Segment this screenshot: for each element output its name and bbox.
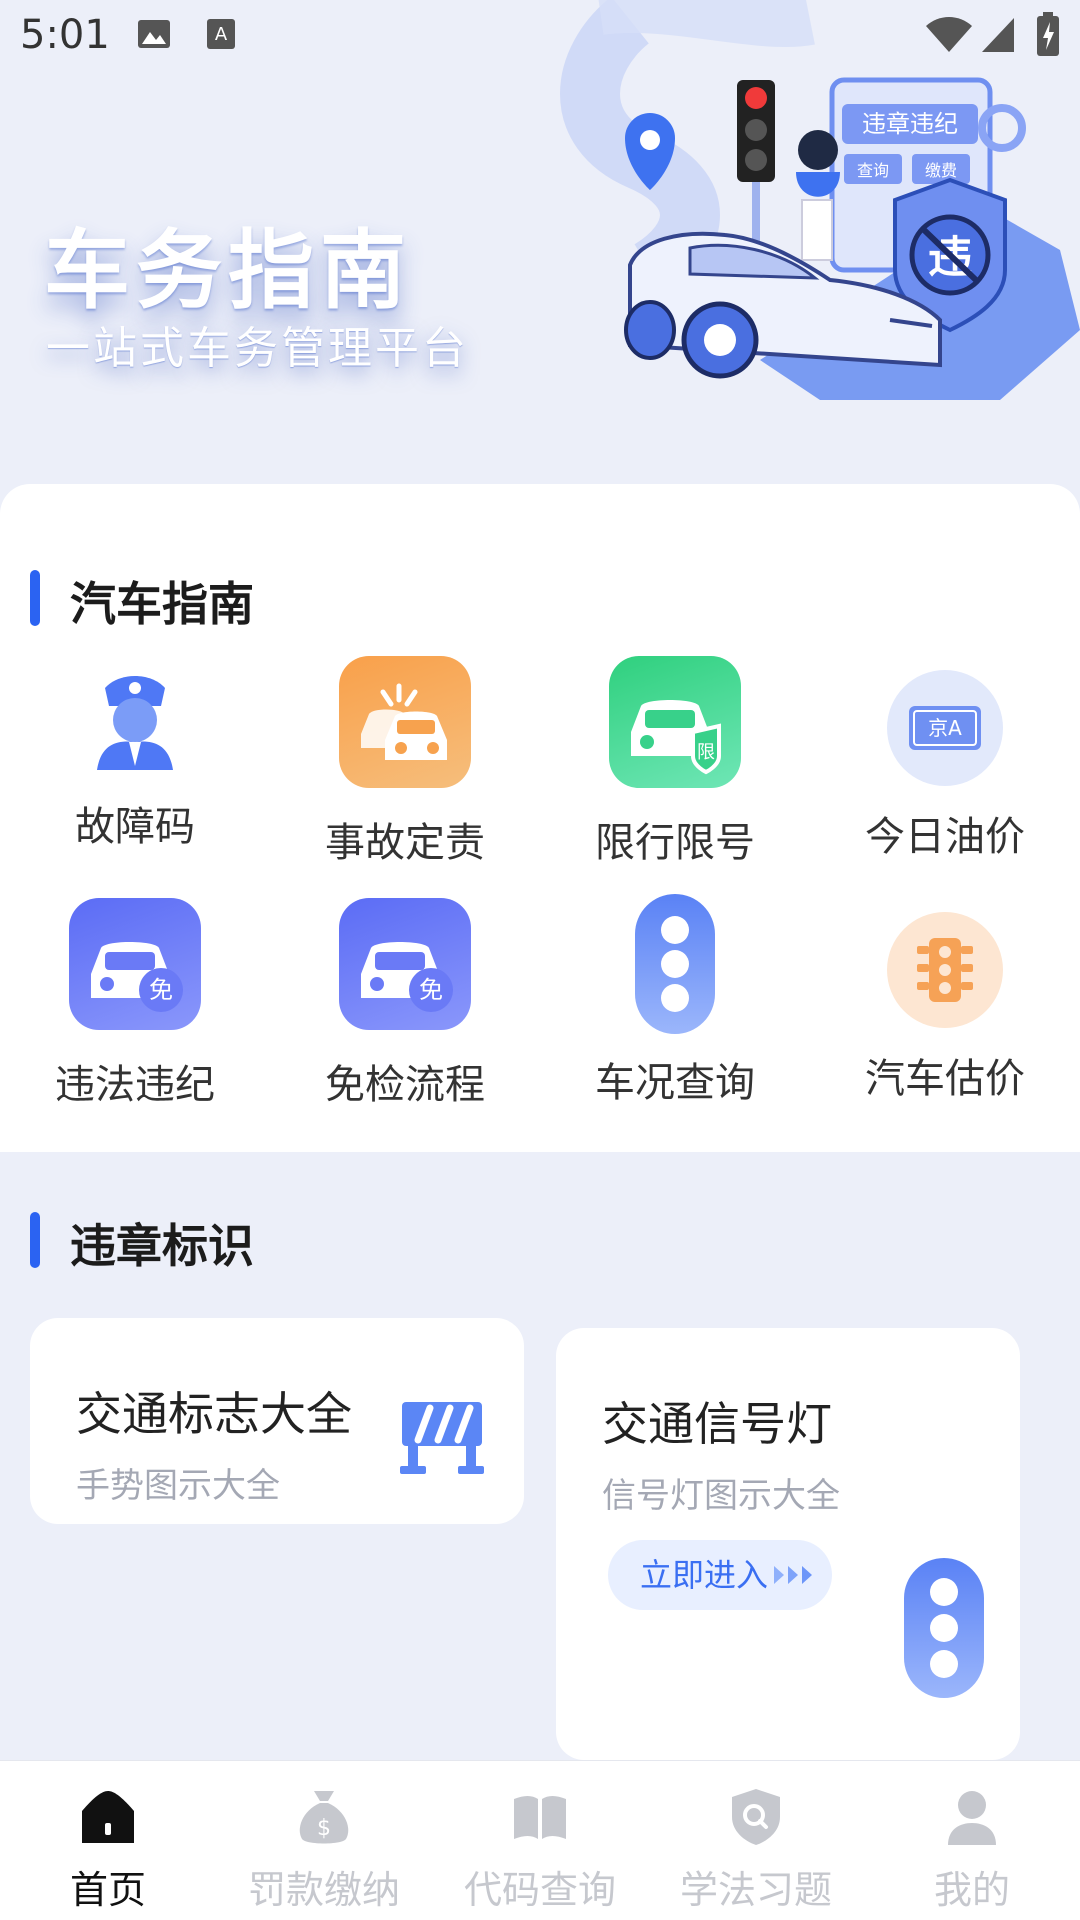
- home-icon: [76, 1785, 140, 1849]
- section-accent-bar: [30, 570, 40, 626]
- status-time: 5:01: [20, 12, 110, 58]
- banner-title: 车务指南: [44, 221, 412, 321]
- svg-text:限: 限: [697, 742, 715, 763]
- grid-item-exempt-process[interactable]: 免 免检流程: [270, 898, 540, 1110]
- money-bag-icon: $: [292, 1785, 356, 1849]
- traffic-lights-card[interactable]: 交通信号灯 信号灯图示大全 立即进入: [556, 1328, 1020, 1760]
- chevron-arrows-icon: [774, 1566, 812, 1584]
- car-limit-icon: 限: [609, 656, 741, 788]
- car-exempt-icon: 免: [339, 898, 471, 1030]
- enter-button-label: 立即进入: [640, 1556, 769, 1594]
- banner-subtitle: 一站式车务管理平台: [46, 323, 469, 374]
- grid-label: 汽车估价: [865, 1056, 1025, 1102]
- grid-item-car-valuation[interactable]: 汽车估价: [810, 904, 1080, 1104]
- car-exempt-icon: 免: [69, 898, 201, 1030]
- traffic-light-icon: [609, 894, 741, 1034]
- car-crash-icon: [339, 656, 471, 788]
- grid-label: 免检流程: [325, 1062, 485, 1108]
- nav-law-quiz[interactable]: 学法习题: [648, 1785, 864, 1914]
- traffic-signs-card[interactable]: 交通标志大全 手势图示大全: [30, 1318, 524, 1524]
- grid-label: 今日油价: [865, 814, 1025, 860]
- grid-label: 限行限号: [595, 820, 755, 866]
- road-barrier-icon: [400, 1402, 484, 1474]
- section-title-violation: 违章标识: [70, 1219, 254, 1273]
- book-icon: [508, 1785, 572, 1849]
- grid-label: 故障码: [75, 804, 195, 850]
- svg-text:违章违纪: 违章违纪: [862, 110, 958, 138]
- card-subtitle: 信号灯图示大全: [602, 1476, 840, 1516]
- grid-item-vehicle-condition[interactable]: 车况查询: [540, 894, 810, 1108]
- police-icon: [69, 654, 201, 786]
- card-title: 交通标志大全: [76, 1387, 352, 1441]
- svg-text:免: 免: [419, 976, 443, 1004]
- grid-item-oil-price[interactable]: 京A 今日油价: [810, 662, 1080, 862]
- section-accent-bar: [30, 1212, 40, 1268]
- nav-label: 学法习题: [679, 1868, 832, 1912]
- wifi-icon: [926, 17, 972, 52]
- section-title-guide: 汽车指南: [70, 577, 254, 631]
- grid-label: 违法违纪: [55, 1062, 215, 1108]
- enter-now-button[interactable]: 立即进入: [608, 1540, 832, 1610]
- banner: 违章违纪 查询 缴费 违 车务指南 一站式车务管理平台: [0, 0, 1080, 500]
- car-guide-section: 汽车指南 故障码 事故定责 限 限行限号 京A 今日油价 免 违法违纪 免 免检…: [0, 484, 1080, 1152]
- svg-text:免: 免: [149, 976, 173, 1004]
- nav-label: 罚款缴纳: [247, 1868, 400, 1912]
- svg-text:A: A: [215, 24, 228, 45]
- signal-icon: [982, 18, 1014, 52]
- svg-text:缴费: 缴费: [925, 161, 957, 180]
- nav-label: 首页: [69, 1868, 146, 1912]
- svg-text:京A: 京A: [928, 716, 962, 740]
- status-bar: 5:01 A: [0, 0, 1080, 72]
- image-notification-icon: [138, 20, 170, 48]
- nav-code-query[interactable]: 代码查询: [432, 1785, 648, 1914]
- license-plate-icon: 京A: [887, 670, 1003, 786]
- svg-text:查询: 查询: [857, 161, 889, 180]
- grid-item-violation[interactable]: 免 违法违纪: [0, 898, 270, 1110]
- grid-item-accident-liability[interactable]: 事故定责: [270, 656, 540, 868]
- font-notification-icon: A: [207, 19, 235, 49]
- grid-item-fault-code[interactable]: 故障码: [0, 654, 270, 852]
- card-title: 交通信号灯: [602, 1397, 832, 1451]
- shield-search-icon: [724, 1785, 788, 1849]
- card-subtitle: 手势图示大全: [76, 1466, 280, 1506]
- traffic-light-icon: [904, 1558, 984, 1698]
- bottom-nav: 首页 $ 罚款缴纳 代码查询 学法习题 我的: [0, 1760, 1080, 1920]
- nav-label: 代码查询: [463, 1868, 616, 1912]
- grid-label: 车况查询: [595, 1060, 755, 1106]
- nav-label: 我的: [933, 1868, 1010, 1912]
- nav-fine-payment[interactable]: $ 罚款缴纳: [216, 1785, 432, 1914]
- traffic-light-icon: [887, 912, 1003, 1028]
- user-icon: [940, 1785, 1004, 1849]
- grid-item-traffic-restriction[interactable]: 限 限行限号: [540, 656, 810, 868]
- svg-text:$: $: [317, 1816, 331, 1841]
- grid-label: 事故定责: [325, 820, 485, 866]
- nav-profile[interactable]: 我的: [864, 1785, 1080, 1914]
- battery-icon: [1037, 12, 1059, 56]
- nav-home[interactable]: 首页: [0, 1785, 216, 1914]
